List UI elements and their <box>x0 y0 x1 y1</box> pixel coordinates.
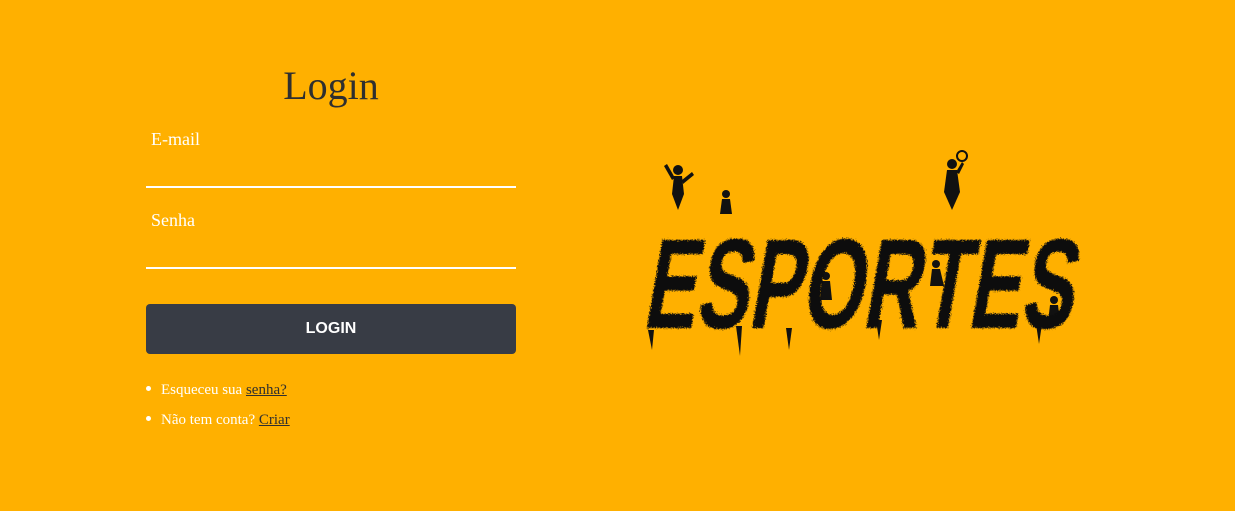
email-label: E-mail <box>151 129 200 149</box>
bullet-icon <box>146 386 151 391</box>
esportes-logo-graphic: ESPORTES <box>637 150 1092 356</box>
signup-item: Não tem conta? Criar <box>146 405 516 435</box>
help-links: Esqueceu sua senha? Não tem conta? Criar <box>146 375 516 435</box>
esportes-logo: ESPORTES <box>636 150 1096 360</box>
senha-input[interactable] <box>146 231 516 269</box>
forgot-password-link[interactable]: senha? <box>246 382 287 398</box>
logo-text: ESPORTES <box>637 213 1092 356</box>
email-field-group: E-mail <box>146 128 516 188</box>
bullet-icon <box>146 416 151 421</box>
forgot-password-item: Esqueceu sua senha? <box>146 375 516 405</box>
senha-label: Senha <box>151 210 195 230</box>
signup-link[interactable]: Criar <box>259 412 290 428</box>
senha-field-group: Senha <box>146 209 516 269</box>
email-input[interactable] <box>146 150 516 188</box>
login-button[interactable]: LOGIN <box>146 304 516 354</box>
forgot-password-text: Esqueceu sua <box>161 382 246 398</box>
login-title: Login <box>283 63 379 108</box>
signup-text: Não tem conta? <box>161 412 259 428</box>
login-panel: Login E-mail Senha LOGIN Esqueceu sua se… <box>146 60 516 435</box>
